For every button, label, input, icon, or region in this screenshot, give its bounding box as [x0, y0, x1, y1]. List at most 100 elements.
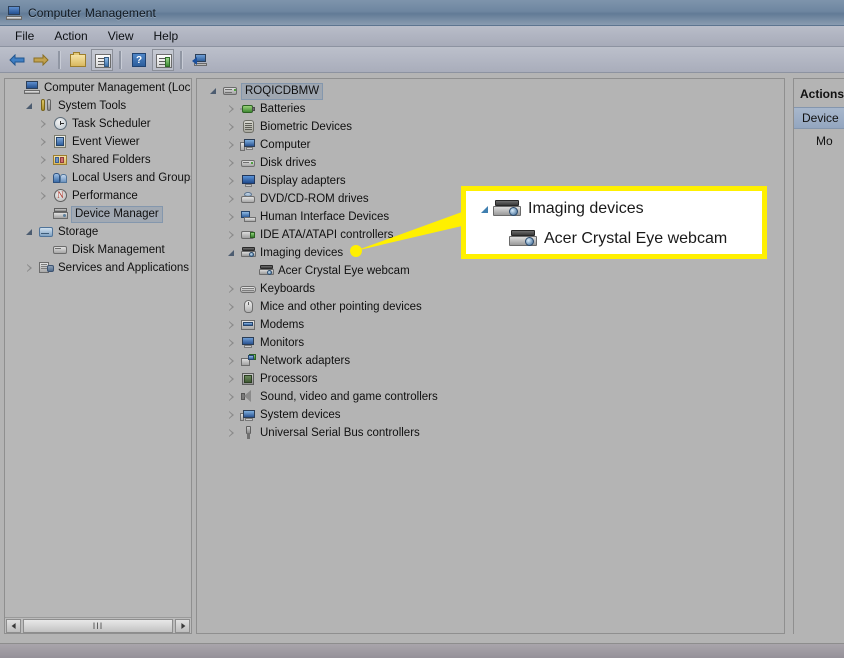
tree-item-label: Performance: [72, 190, 138, 202]
tree-item[interactable]: Disk Management: [5, 241, 191, 259]
chevron-right-icon[interactable]: [225, 100, 240, 118]
keyboard-icon: [240, 281, 257, 297]
imaging-device-icon: [240, 245, 257, 261]
help-button[interactable]: ?: [128, 49, 150, 71]
tree-item-label: Disk drives: [260, 157, 317, 169]
tree-item[interactable]: Mice and other pointing devices: [197, 298, 784, 316]
chevron-right-icon[interactable]: [225, 226, 240, 244]
tree-item[interactable]: Universal Serial Bus controllers: [197, 424, 784, 442]
chevron-down-icon[interactable]: [23, 223, 38, 241]
tree-item[interactable]: Event Viewer: [5, 133, 191, 151]
chevron-right-icon[interactable]: [225, 370, 240, 388]
tree-item[interactable]: Biometric Devices: [197, 118, 784, 136]
tree-item[interactable]: Acer Crystal Eye webcam: [197, 262, 784, 280]
tree-item[interactable]: Local Users and Groups: [5, 169, 191, 187]
tree-item[interactable]: System devices: [197, 406, 784, 424]
tree-item[interactable]: Keyboards: [197, 280, 784, 298]
chevron-right-icon[interactable]: [225, 316, 240, 334]
tree-item-label: System Tools: [58, 100, 127, 112]
chevron-right-icon[interactable]: [225, 352, 240, 370]
chevron-right-icon[interactable]: [37, 151, 52, 169]
tree-item[interactable]: Computer: [197, 136, 784, 154]
chevron-right-icon[interactable]: [225, 334, 240, 352]
chevron-down-icon[interactable]: [225, 244, 240, 262]
expander-placeholder: [243, 262, 258, 280]
tree-item[interactable]: Batteries: [197, 100, 784, 118]
tree-item[interactable]: Sound, video and game controllers: [197, 388, 784, 406]
tree-item-label: IDE ATA/ATAPI controllers: [260, 229, 394, 241]
actions-item-more-actions[interactable]: Mo: [794, 129, 844, 148]
device-tree[interactable]: ROQICDBMW Batteries Biometric Devices Compu…: [197, 79, 784, 633]
action-pane-icon: [156, 53, 172, 68]
forward-button[interactable]: [30, 49, 52, 71]
chevron-right-icon[interactable]: [37, 133, 52, 151]
expander-placeholder: [9, 79, 24, 97]
tree-item-label: Local Users and Groups: [72, 172, 191, 184]
toolbar: ?: [0, 47, 844, 73]
back-button[interactable]: [6, 49, 28, 71]
tree-item-label: ROQICDBMW: [241, 82, 324, 100]
chevron-right-icon[interactable]: [225, 388, 240, 406]
tree-item[interactable]: System Tools: [5, 97, 191, 115]
chevron-right-icon[interactable]: [23, 259, 38, 277]
toolbar-separator-2: [119, 50, 122, 69]
chevron-right-icon[interactable]: [225, 280, 240, 298]
chevron-right-icon[interactable]: [225, 118, 240, 136]
chevron-right-icon[interactable]: [225, 154, 240, 172]
disk-management-icon: [52, 242, 69, 258]
chevron-right-icon[interactable]: [225, 298, 240, 316]
chevron-right-icon[interactable]: [225, 190, 240, 208]
tree-item[interactable]: N Performance: [5, 187, 191, 205]
console-tree[interactable]: Computer Management (Local System Tools Ta…: [5, 79, 191, 617]
scroll-thumb-grip: III: [92, 620, 104, 631]
tree-item[interactable]: Modems: [197, 316, 784, 334]
event-viewer-icon: [52, 134, 69, 150]
chevron-right-icon[interactable]: [37, 187, 52, 205]
tree-item[interactable]: ROQICDBMW: [197, 82, 784, 100]
tree-item[interactable]: Disk drives: [197, 154, 784, 172]
scroll-left-button[interactable]: [6, 618, 21, 633]
tree-item[interactable]: Storage: [5, 223, 191, 241]
tree-item[interactable]: Device Manager: [5, 205, 191, 223]
dvd-drive-icon: [240, 191, 257, 207]
tree-item-label: Network adapters: [260, 355, 351, 367]
tree-item[interactable]: Monitors: [197, 334, 784, 352]
computer-management-icon: [24, 80, 41, 96]
scroll-right-button[interactable]: [175, 618, 190, 633]
computer-management-icon: [6, 5, 22, 21]
chevron-right-icon[interactable]: [225, 172, 240, 190]
chevron-right-icon[interactable]: [225, 136, 240, 154]
chevron-down-icon[interactable]: [207, 82, 222, 100]
actions-item-device-manager[interactable]: Device: [794, 107, 844, 129]
users-groups-icon: [52, 170, 69, 186]
scroll-thumb[interactable]: III: [23, 618, 173, 633]
console-tree-horizontal-scrollbar[interactable]: III: [5, 617, 191, 633]
callout-label-webcam: Acer Crystal Eye webcam: [544, 230, 728, 247]
callout-row-imaging-devices: Imaging devices: [466, 194, 762, 224]
chevron-right-icon[interactable]: [37, 115, 52, 133]
tree-item[interactable]: Task Scheduler: [5, 115, 191, 133]
chevron-right-icon[interactable]: [225, 208, 240, 226]
up-one-level-button[interactable]: [67, 49, 89, 71]
chevron-right-icon[interactable]: [225, 424, 240, 442]
magnified-callout: Imaging devices Acer Crystal Eye webcam: [461, 186, 767, 259]
shared-folders-icon: [52, 152, 69, 168]
computer-icon: [240, 137, 257, 153]
chevron-right-icon[interactable]: [37, 169, 52, 187]
tree-item[interactable]: Shared Folders: [5, 151, 191, 169]
chevron-down-icon[interactable]: [23, 97, 38, 115]
tree-item[interactable]: Computer Management (Local: [5, 79, 191, 97]
tree-item[interactable]: Processors: [197, 370, 784, 388]
menu-item-help[interactable]: Help: [145, 27, 188, 45]
tree-item[interactable]: Network adapters: [197, 352, 784, 370]
tree-item-label: Keyboards: [260, 283, 315, 295]
show-hide-action-pane-button[interactable]: [152, 48, 174, 71]
tree-item[interactable]: Services and Applications: [5, 259, 191, 277]
scan-for-hardware-changes-button[interactable]: [189, 49, 211, 71]
menu-item-file[interactable]: File: [6, 27, 43, 45]
menu-item-action[interactable]: Action: [45, 27, 96, 45]
window-body: Computer Management (Local System Tools Ta…: [0, 73, 844, 643]
show-hide-console-tree-button[interactable]: [91, 48, 113, 71]
chevron-right-icon[interactable]: [225, 406, 240, 424]
menu-item-view[interactable]: View: [99, 27, 143, 45]
